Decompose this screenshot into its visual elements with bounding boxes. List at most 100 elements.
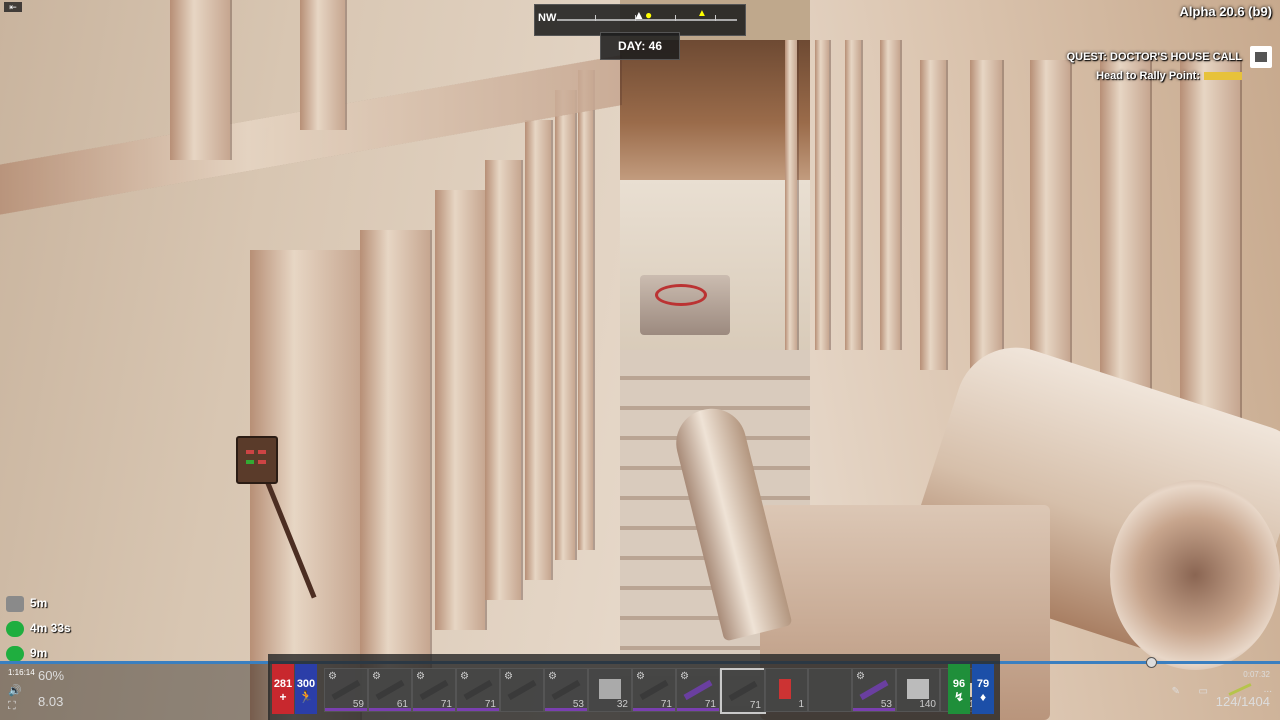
wall-bar: [880, 40, 900, 350]
quest-objective-row: Head to Rally Point:: [1067, 67, 1242, 86]
weapon-drum-end: [1110, 480, 1280, 670]
fullscreen-icon[interactable]: ⛶: [8, 700, 16, 713]
wall-bar: [970, 60, 1002, 380]
quest-objective: Head to Rally Point:: [1096, 70, 1200, 82]
gear-icon: ⚙: [328, 671, 337, 682]
food-stat: 79 ♦: [972, 664, 994, 714]
pencil-icon[interactable]: ✎: [1172, 686, 1180, 697]
wall-bar: [485, 160, 521, 600]
quest-tracker: QUEST: DOCTOR'S HOUSE CALL Head to Rally…: [1067, 48, 1242, 86]
slot-count: 1: [798, 699, 804, 710]
wall-bar: [170, 0, 230, 160]
weapon-icon: [551, 679, 581, 701]
health-stat: 96 ↯: [948, 664, 970, 714]
gear-icon: ⚙: [680, 671, 689, 682]
hotbar-slot[interactable]: ⚙ 71: [456, 668, 500, 712]
running-icon: [6, 596, 24, 612]
wall-sign: [236, 436, 278, 484]
volume-percent: 60%: [38, 668, 65, 683]
ammo-count: 124/1404: [1215, 694, 1270, 709]
wall-bar: [435, 190, 485, 630]
gear-icon: ⚙: [636, 671, 645, 682]
gear-icon: ⚙: [548, 671, 557, 682]
objective-progress: [1204, 72, 1242, 81]
elapsed-clock: 1:16:14: [8, 668, 35, 677]
plus-icon: +: [279, 690, 287, 704]
buff-list: 5m 4m 33s 9m: [0, 592, 110, 667]
quality-bar: [457, 708, 499, 711]
tool-icon: [639, 679, 669, 701]
compass-tick: [675, 15, 676, 21]
wall-bar: [1100, 60, 1150, 390]
hotbar-slot[interactable]: ⚙ 53: [852, 668, 896, 712]
day-counter: DAY: 46: [600, 32, 680, 60]
wall-bar: [1030, 60, 1070, 390]
hotbar-slot-active[interactable]: 71: [720, 668, 766, 714]
green-pill-icon: [6, 621, 24, 637]
buff-item: 5m: [0, 592, 110, 616]
block-icon: [907, 679, 929, 699]
quest-title: QUEST: DOCTOR'S HOUSE CALL: [1066, 51, 1242, 63]
hotbar-slot[interactable]: ⚙ 61: [368, 668, 412, 712]
weapon-icon: [331, 679, 361, 701]
gear-icon: ⚙: [460, 671, 469, 682]
slot-count: 71: [749, 700, 761, 711]
stamina-value: 281: [273, 678, 293, 690]
hotbar-slot[interactable]: ⚙ 53: [544, 668, 588, 712]
hotbar-slot[interactable]: 1: [764, 668, 808, 712]
tool-icon: [859, 679, 889, 701]
gear-icon: ⚙: [856, 671, 865, 682]
wall-bar: [555, 90, 575, 560]
buff-duration: 5m: [30, 596, 48, 610]
rifle-icon: [463, 679, 493, 701]
water-value: 300: [296, 678, 316, 690]
quality-bar: [633, 708, 675, 711]
hotbar: 281 + 300 🏃 ⚙ 59 ⚙ 61 ⚙ 71 ⚙ 71 ⚙ ⚙ 53 32 ⚙ 71…: [268, 654, 1000, 720]
runner-icon: 🏃: [298, 690, 314, 704]
hotbar-slot[interactable]: 140: [896, 668, 940, 712]
lower-right-panel: 0:07:32 ✎ ▭ ... 124/1404: [1140, 664, 1280, 720]
food-value: 79: [976, 678, 990, 690]
back-button[interactable]: ⇤: [4, 2, 22, 12]
rifle-icon: [419, 679, 449, 701]
playback-time: 0:07:32: [1243, 670, 1270, 679]
gear-icon: ⚙: [504, 671, 513, 682]
water-stat: 300 🏃: [295, 664, 317, 714]
volume-icon[interactable]: 🔊: [8, 684, 22, 697]
medkit-icon: [779, 679, 791, 699]
block-icon: [599, 679, 621, 699]
wall-bar: [815, 40, 829, 350]
bell-icon: ▲: [697, 8, 707, 19]
wall-bar: [920, 60, 946, 370]
green-shield-icon: [6, 646, 24, 662]
hotbar-slot[interactable]: [808, 668, 852, 712]
quality-bar: [853, 708, 895, 711]
hotbar-slot[interactable]: ⚙ 59: [324, 668, 368, 712]
hotbar-slot[interactable]: ⚙ 71: [632, 668, 676, 712]
wall-bar: [845, 40, 861, 350]
player-marker-icon: ▲: [633, 8, 645, 22]
quest-icon: [1250, 46, 1272, 68]
slot-count: 140: [919, 699, 936, 710]
vitals: 96 ↯ 79 ♦: [948, 664, 996, 714]
quality-bar: [369, 708, 411, 711]
stamina-stat: 281 +: [272, 664, 294, 714]
weapon-icon: [375, 679, 405, 701]
game-viewport[interactable]: [0, 0, 1280, 720]
wall-bar: [525, 120, 551, 580]
health-icon: ↯: [953, 690, 965, 704]
tool-icon: [683, 679, 713, 701]
hotbar-slot[interactable]: ⚙ 71: [412, 668, 456, 712]
speed-readout: 8.03: [38, 694, 64, 709]
hotbar-slot[interactable]: ⚙ 71: [676, 668, 720, 712]
hotbar-slot[interactable]: 32: [588, 668, 632, 712]
quest-marker-icon: ●: [645, 8, 653, 22]
quality-bar: [325, 708, 367, 711]
hotbar-slot[interactable]: ⚙: [500, 668, 544, 712]
wall-bar: [578, 70, 593, 550]
wall-bar: [300, 0, 345, 130]
buff-duration: 9m: [30, 646, 48, 660]
game-version: Alpha 20.6 (b9): [1179, 4, 1272, 19]
quality-bar: [413, 708, 455, 711]
screen-icon[interactable]: ▭: [1199, 686, 1208, 697]
